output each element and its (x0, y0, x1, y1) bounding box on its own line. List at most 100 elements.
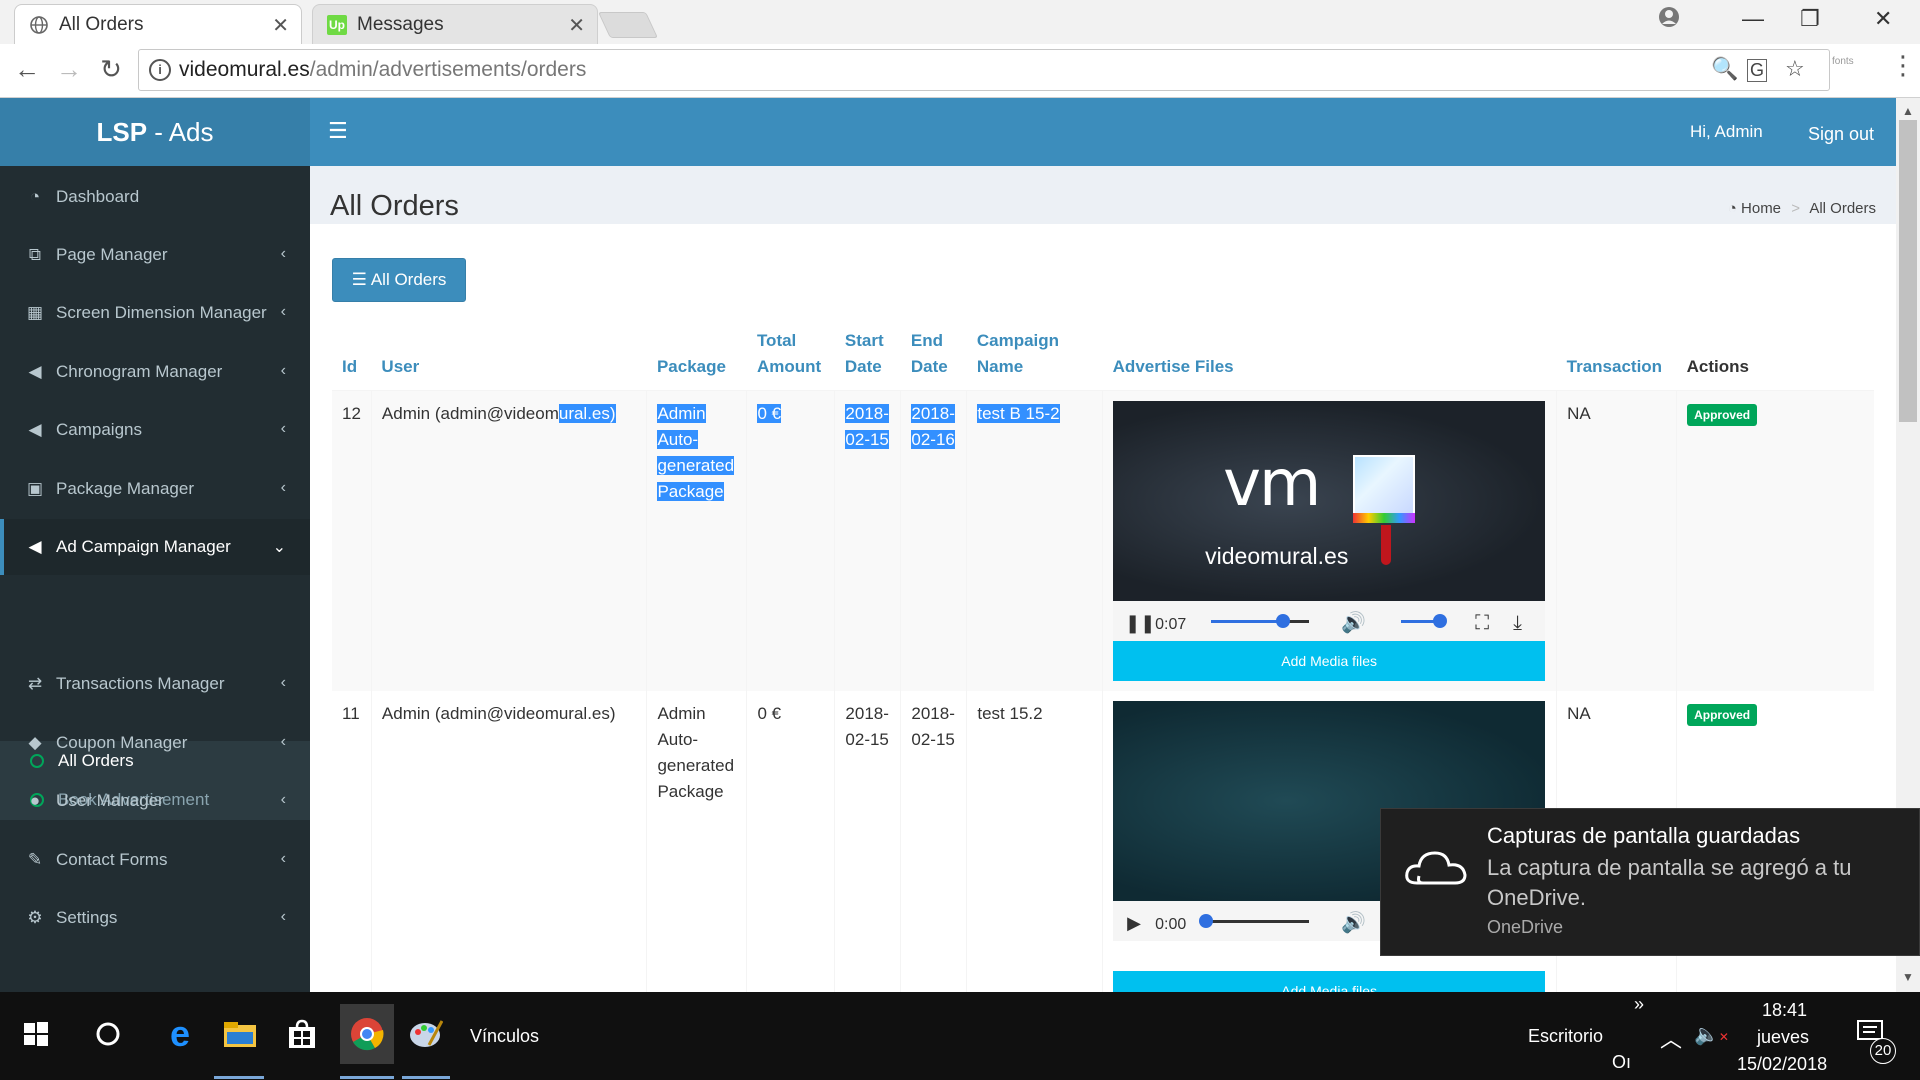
progress-knob[interactable] (1276, 614, 1291, 628)
globe-icon (29, 15, 49, 35)
sidebar-item-screen-dimension-manager[interactable]: ▦ Screen Dimension Manager ‹ (0, 285, 310, 341)
video-controls: ❚❚ 0:07 🔊 ⛶ ⤓ (1113, 601, 1546, 641)
cell-user: Admin (admin@videomural.es) (370, 390, 647, 691)
address-bar[interactable]: i videomural.es/admin/advertisements/ord… (138, 49, 1830, 91)
add-media-files-button[interactable]: Add Media files (1113, 971, 1546, 992)
grid-icon: ▦ (26, 303, 44, 322)
notification-count-badge: 20 (1870, 1038, 1896, 1064)
sidebar-item-transactions-manager[interactable]: ⇄ Transactions Manager ‹ (0, 656, 310, 712)
new-tab-button[interactable] (597, 12, 659, 38)
edge-browser-icon[interactable]: e (158, 1012, 202, 1056)
download-icon[interactable]: ⤓ (1513, 610, 1522, 636)
store-icon[interactable] (280, 1012, 324, 1056)
column-header-end-date[interactable]: End Date (900, 320, 967, 391)
volume-knob[interactable] (1433, 614, 1448, 628)
column-header-campaign-name[interactable]: Campaign Name (966, 320, 1103, 391)
sidebar-item-coupon-manager[interactable]: ◆ Coupon Manager ‹ (0, 715, 310, 771)
chevron-left-icon: ‹ (280, 303, 286, 320)
minimize-icon[interactable]: — (1742, 6, 1764, 32)
forward-arrow-icon[interactable]: → (52, 54, 86, 85)
close-tab-icon[interactable]: ✕ (272, 13, 289, 38)
cell-package: Admin Auto-generated Package (646, 691, 747, 992)
column-header-package[interactable]: Package (646, 320, 747, 391)
sidebar-item-package-manager[interactable]: ▣ Package Manager ‹ (0, 461, 310, 517)
video-preview[interactable]: vm videomural.es (1113, 401, 1546, 601)
fullscreen-icon[interactable]: ⛶ (1475, 610, 1489, 636)
bullhorn-icon: ◀ (28, 362, 42, 381)
active-app-indicator (340, 1076, 394, 1079)
paint-icon[interactable] (404, 1012, 448, 1056)
clock-time[interactable]: 18:41 (1762, 1000, 1807, 1021)
active-app-indicator (214, 1076, 264, 1079)
add-media-files-button[interactable]: Add Media files (1113, 641, 1546, 681)
volume-icon[interactable]: 🔊 (1341, 610, 1366, 636)
chevron-left-icon: ‹ (280, 674, 286, 691)
windows-start-icon[interactable] (14, 1012, 58, 1056)
progress-fill (1211, 620, 1284, 623)
column-header-transaction[interactable]: Transaction (1556, 320, 1677, 391)
upwork-icon: Up (327, 14, 347, 35)
clock-day[interactable]: jueves (1757, 1027, 1809, 1048)
column-header-start-date[interactable]: Start Date (834, 320, 901, 391)
notification-body: La captura de pantalla se agregó a tu On… (1487, 855, 1852, 910)
toolbar-overflow-icon[interactable]: » (1634, 994, 1644, 1015)
show-hidden-icons-chevron-icon[interactable]: ︿ (1660, 1022, 1682, 1054)
close-window-icon[interactable]: ✕ (1874, 6, 1892, 32)
column-header-total-amount[interactable]: Total Amount (746, 320, 835, 391)
breadcrumb-home-link[interactable]: Home (1741, 200, 1781, 217)
sidebar-item-campaigns[interactable]: ◀ Campaigns ‹ (0, 402, 310, 458)
volume-icon[interactable]: 🔊 (1341, 910, 1366, 936)
hamburger-menu-icon[interactable]: ☰ (328, 118, 348, 144)
progress-track[interactable] (1205, 920, 1310, 923)
desktop-toolbar-label[interactable]: Escritorio (1528, 1026, 1603, 1047)
sign-out-link[interactable]: Sign out (1808, 124, 1874, 145)
sidebar-item-ad-campaign-manager[interactable]: ◀ Ad Campaign Manager ⌄ (0, 519, 310, 575)
windows-taskbar: e Vínculos Escritorio » Oı ︿ 🔈✕ 18:41 ju… (0, 992, 1920, 1080)
close-tab-icon[interactable]: ✕ (568, 13, 585, 38)
scroll-up-arrow-icon[interactable]: ▲ (1902, 104, 1914, 118)
info-icon[interactable]: i (149, 59, 171, 81)
profile-icon[interactable] (1658, 6, 1680, 34)
progress-knob[interactable] (1199, 914, 1214, 928)
file-explorer-icon[interactable] (218, 1012, 262, 1056)
browser-menu-icon[interactable]: ⋮ (1890, 50, 1916, 81)
chevron-left-icon: ‹ (280, 850, 286, 867)
column-header-id[interactable]: Id (332, 320, 372, 391)
zoom-icon[interactable]: 🔍 (1711, 56, 1738, 82)
column-header-advertise-files[interactable]: Advertise Files (1102, 320, 1557, 391)
tab-messages[interactable]: Up Messages ✕ (312, 4, 598, 44)
sidebar-item-chronogram-manager[interactable]: ◀ Chronogram Manager ‹ (0, 344, 310, 400)
translate-icon[interactable]: G (1747, 59, 1768, 82)
sidebar-item-page-manager[interactable]: ⧉ Page Manager ‹ (0, 227, 310, 283)
sidebar-item-dashboard[interactable]: ◔ Dashboard (0, 169, 310, 225)
reload-icon[interactable]: ↻ (94, 54, 128, 85)
volume-muted-icon[interactable]: 🔈✕ (1694, 1022, 1729, 1047)
links-toolbar-label[interactable]: Vínculos (470, 1026, 539, 1047)
scroll-down-arrow-icon[interactable]: ▼ (1902, 970, 1914, 984)
sidebar-item-label: Chronogram Manager (56, 362, 223, 381)
fonts-extension-icon[interactable]: fonts (1832, 56, 1854, 67)
app-logo[interactable]: LSP - Ads (0, 98, 310, 166)
ime-indicator[interactable]: Oı (1612, 1052, 1631, 1073)
tab-all-orders[interactable]: All Orders ✕ (14, 4, 302, 44)
pause-icon[interactable]: ❚❚ (1125, 610, 1155, 636)
play-icon[interactable]: ▶ (1127, 910, 1141, 936)
sidebar-item-contact-forms[interactable]: ✎ Contact Forms ‹ (0, 832, 310, 888)
bookmark-star-icon[interactable]: ☆ (1785, 56, 1805, 82)
back-arrow-icon[interactable]: ← (10, 54, 44, 85)
sidebar-item-label: Campaigns (56, 420, 142, 439)
sidebar-item-label: Ad Campaign Manager (56, 537, 231, 556)
sidebar-item-user-manager[interactable]: ● User Manager ‹ (0, 773, 310, 829)
scrollbar-thumb[interactable] (1899, 120, 1917, 422)
all-orders-button[interactable]: ☰ All Orders (332, 258, 466, 302)
sidebar-item-settings[interactable]: ⚙ Settings ‹ (0, 890, 310, 946)
cortana-icon[interactable] (86, 1012, 130, 1056)
user-greeting[interactable]: Hi, Admin (1690, 122, 1763, 142)
restore-icon[interactable]: ❐ (1800, 6, 1820, 32)
onedrive-notification[interactable]: Capturas de pantalla guardadas La captur… (1380, 808, 1920, 956)
clock-date[interactable]: 15/02/2018 (1737, 1054, 1827, 1075)
chrome-icon[interactable] (340, 1004, 394, 1064)
sidebar-item-label: Screen Dimension Manager (56, 303, 267, 322)
column-header-user[interactable]: User (371, 320, 647, 391)
status-badge: Approved (1687, 404, 1758, 426)
